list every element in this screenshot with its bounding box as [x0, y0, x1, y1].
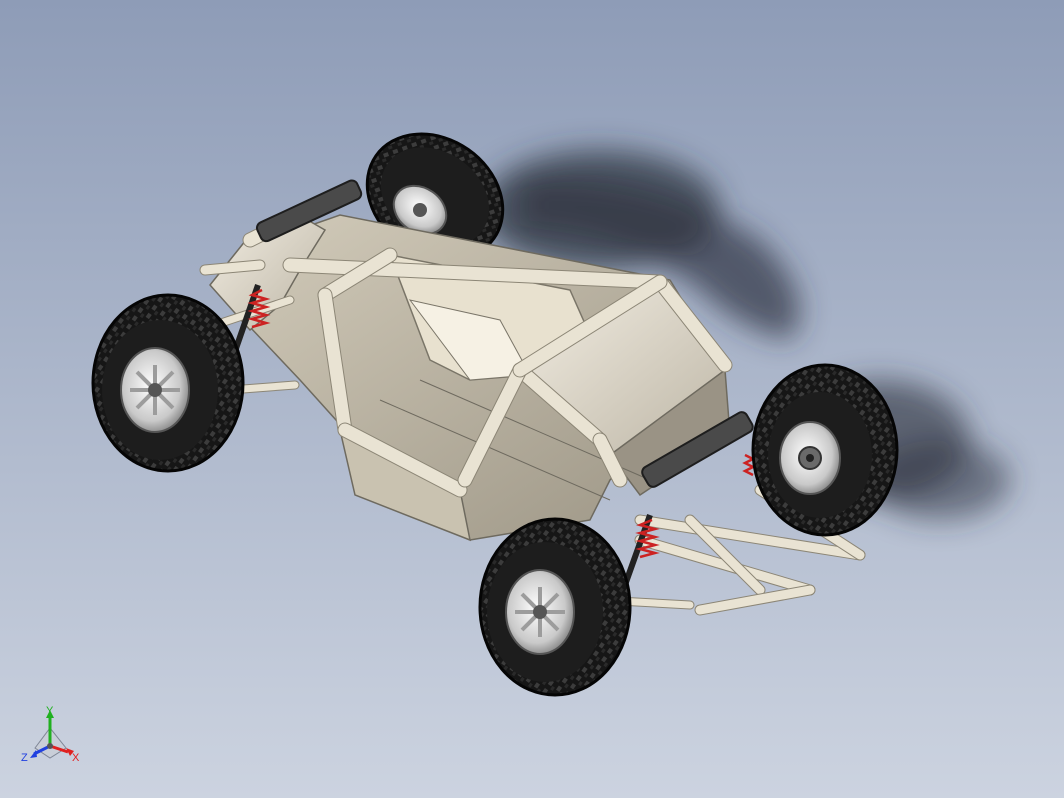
model-scene[interactable]: Y X Z	[0, 0, 1064, 798]
triad-x-label: X	[72, 752, 80, 764]
triad-z-label: Z	[21, 752, 28, 764]
wheel-rear-left[interactable]	[751, 363, 899, 537]
triad-y-label: Y	[46, 705, 54, 717]
wheel-front-right[interactable]	[478, 517, 632, 697]
wheel-front-left[interactable]	[91, 293, 245, 473]
graphics-viewport[interactable]: Y X Z	[0, 0, 1064, 798]
